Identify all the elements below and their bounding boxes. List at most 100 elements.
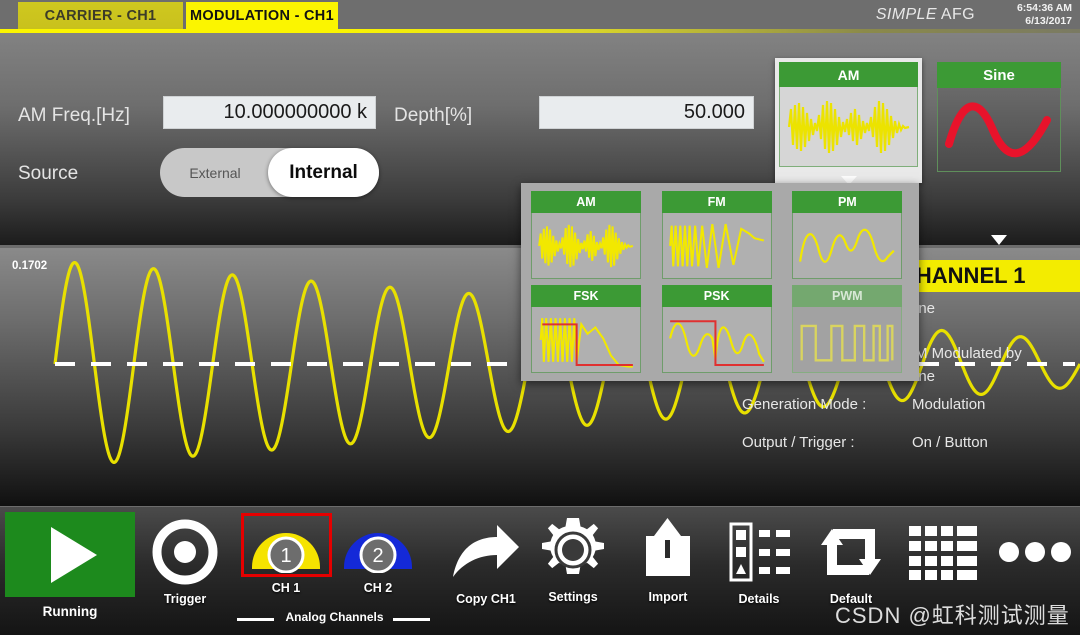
svg-text:2: 2 xyxy=(372,545,383,567)
pm-waveform-icon xyxy=(799,228,895,263)
top-tab-bar: CARRIER - CH1 MODULATION - CH1 SIMPLE AF… xyxy=(0,0,1080,33)
dropdown-am-header: AM xyxy=(531,191,641,213)
clock-time: 6:54:36 AM xyxy=(1016,2,1072,14)
dropdown-item-pm[interactable]: PM xyxy=(792,191,903,279)
y-axis-max-label: 0.1702 xyxy=(12,260,48,272)
default-button[interactable]: Default xyxy=(810,515,892,606)
dropdown-fm-preview xyxy=(661,213,772,279)
dropdown-psk-header: PSK xyxy=(661,285,772,307)
play-icon xyxy=(51,526,97,583)
dropdown-item-am[interactable]: AM xyxy=(531,191,641,279)
depth-value: 50.000 xyxy=(683,101,745,123)
channel-2-button[interactable]: 2 CH 2 xyxy=(338,513,418,595)
dropdown-item-psk[interactable]: PSK xyxy=(661,285,772,373)
dropdown-pwm-label: PWM xyxy=(832,289,863,303)
more-options-button[interactable] xyxy=(995,515,1075,589)
fsk-waveform-icon xyxy=(539,317,633,368)
dropdown-am-label: AM xyxy=(576,195,596,209)
dropdown-item-pwm[interactable]: PWM xyxy=(792,285,903,373)
shape-chevron-down-icon xyxy=(991,235,1007,245)
output-trigger-value: On / Button xyxy=(912,434,988,451)
grid-icon xyxy=(907,515,979,589)
import-button[interactable]: Import xyxy=(628,513,708,604)
sine-waveform-icon xyxy=(945,102,1051,157)
analog-channels-divider-left xyxy=(237,618,274,621)
source-option-internal[interactable]: Internal xyxy=(268,148,379,197)
info-modulation-line1: AM Modulated by xyxy=(905,345,1022,362)
analog-channels-label: Analog Channels xyxy=(285,610,384,624)
clock: 6:54:36 AM 6/13/2017 xyxy=(1017,2,1072,28)
dropdown-fsk-label: FSK xyxy=(573,289,599,303)
modulation-type-label: AM xyxy=(837,66,860,83)
psk-waveform-icon xyxy=(668,319,765,366)
settings-button[interactable]: Settings xyxy=(533,513,613,604)
channel-1-selection-outline xyxy=(241,513,332,577)
pwm-waveform-icon xyxy=(800,324,894,361)
fm-waveform-icon xyxy=(668,223,764,268)
run-button-label: Running xyxy=(42,604,98,619)
import-icon xyxy=(632,513,704,587)
source-external-label: External xyxy=(189,164,241,181)
am-freq-value: 10.000000000 k xyxy=(223,101,367,123)
dropdown-fm-header: FM xyxy=(661,191,772,213)
copy-arrow-icon xyxy=(449,515,523,589)
generation-mode-value: Modulation xyxy=(912,396,986,413)
dropdown-pm-preview xyxy=(792,213,903,279)
reset-loop-icon xyxy=(813,515,889,589)
tab-carrier-ch1[interactable]: CARRIER - CH1 xyxy=(18,2,183,29)
dropdown-psk-label: PSK xyxy=(703,289,730,303)
tab-modulation-ch1[interactable]: MODULATION - CH1 xyxy=(186,2,338,29)
channel-1-label: CH 1 xyxy=(271,581,301,595)
output-trigger-label: Output / Trigger : xyxy=(742,434,855,451)
details-list-icon xyxy=(723,515,795,589)
grid-view-button[interactable] xyxy=(903,515,983,589)
modulation-type-header: AM xyxy=(779,62,918,87)
gear-icon xyxy=(537,513,609,587)
tab-modulation-label: MODULATION - CH1 xyxy=(190,7,334,24)
source-option-external[interactable]: External xyxy=(160,148,270,197)
details-label: Details xyxy=(738,592,780,606)
copy-ch1-label: Copy CH1 xyxy=(456,592,516,606)
tab-carrier-label: CARRIER - CH1 xyxy=(44,7,157,24)
shape-title: Sine xyxy=(983,66,1015,84)
default-label: Default xyxy=(829,592,873,606)
dropdown-pm-header: PM xyxy=(792,191,903,213)
details-button[interactable]: Details xyxy=(719,515,799,606)
dropdown-am-preview xyxy=(531,213,641,279)
dropdown-pm-label: PM xyxy=(837,195,857,209)
modulation-type-preview xyxy=(779,87,918,167)
dropdown-pwm-header: PWM xyxy=(792,285,903,307)
analog-channels-divider-right xyxy=(393,618,430,621)
ellipsis-icon xyxy=(997,515,1073,589)
brand-afg: AFG xyxy=(936,6,975,23)
dropdown-item-fsk[interactable]: FSK xyxy=(531,285,641,373)
dropdown-fm-label: FM xyxy=(707,195,726,209)
dropdown-item-fm[interactable]: FM xyxy=(661,191,772,279)
am-freq-label: AM Freq.[Hz] xyxy=(18,105,130,126)
copy-ch1-button[interactable]: Copy CH1 xyxy=(441,515,531,606)
dropdown-psk-preview xyxy=(661,307,772,373)
dropdown-pwm-preview xyxy=(792,307,903,373)
generation-mode-label: Generation Mode : xyxy=(742,396,867,413)
trigger-button[interactable]: Trigger xyxy=(145,515,225,606)
import-label: Import xyxy=(648,590,688,604)
modulation-type-dropdown[interactable]: AM FM PM FSK PSK PWM xyxy=(521,183,919,381)
trigger-icon xyxy=(149,515,221,589)
shape-card[interactable]: Sine Shape xyxy=(937,62,1061,265)
shape-preview xyxy=(937,88,1061,172)
depth-label: Depth[%] xyxy=(394,105,473,126)
am-waveform-icon xyxy=(538,224,634,267)
source-internal-label: Internal xyxy=(289,161,358,183)
settings-label: Settings xyxy=(548,590,598,604)
dropdown-fsk-header: FSK xyxy=(531,285,641,307)
depth-input[interactable]: 50.000 xyxy=(539,96,754,129)
dropdown-fsk-preview xyxy=(531,307,641,373)
am-freq-input[interactable]: 10.000000000 k xyxy=(163,96,376,129)
source-label: Source xyxy=(18,163,79,184)
run-button[interactable] xyxy=(5,512,135,597)
modulation-type-card[interactable]: AM xyxy=(775,58,922,185)
source-toggle[interactable]: External Internal xyxy=(160,148,379,197)
clock-date: 6/13/2017 xyxy=(1025,15,1072,27)
shape-header: Sine xyxy=(937,62,1061,88)
am-waveform-icon xyxy=(787,100,909,153)
